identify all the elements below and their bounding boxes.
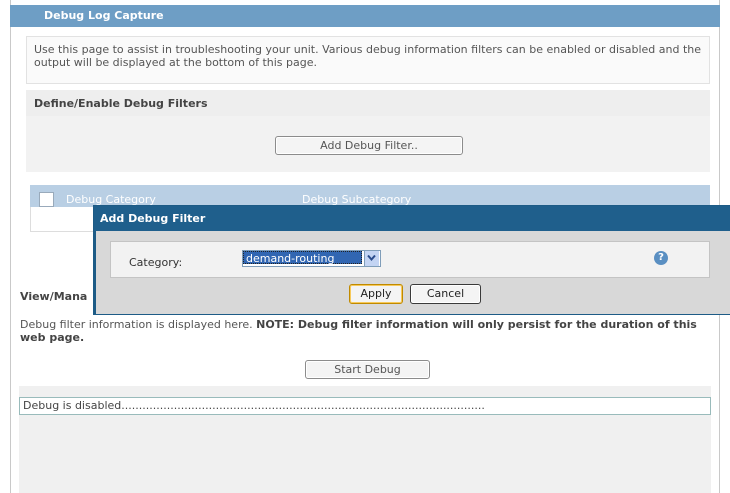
debug-note-text: Debug filter information is displayed he… <box>20 318 257 331</box>
question-icon[interactable]: ? <box>654 251 668 265</box>
dialog-title-bar[interactable]: Add Debug Filter <box>94 206 730 231</box>
dialog-panel <box>110 241 710 278</box>
category-label: Category: <box>129 256 183 269</box>
apply-button[interactable]: Apply <box>349 284 403 304</box>
start-debug-button[interactable]: Start Debug <box>305 360 430 379</box>
debug-note: Debug filter information is displayed he… <box>20 318 720 344</box>
select-all-checkbox[interactable] <box>39 192 54 207</box>
column-header-category[interactable]: Debug Category <box>66 193 156 206</box>
dialog-title: Add Debug Filter <box>100 212 206 225</box>
page-title: Debug Log Capture <box>44 9 164 22</box>
add-debug-filter-button[interactable]: Add Debug Filter.. <box>275 136 463 155</box>
debug-output-field[interactable]: Debug is disabled.......................… <box>19 397 711 415</box>
page-title-bar: Debug Log Capture <box>10 5 720 27</box>
category-selected-value[interactable]: demand-routing <box>243 251 362 265</box>
view-section-title: View/Mana <box>20 290 88 303</box>
column-header-subcategory[interactable]: Debug Subcategory <box>302 193 411 206</box>
chevron-down-icon[interactable] <box>364 251 379 266</box>
page-description: Use this page to assist in troubleshooti… <box>34 43 702 69</box>
filters-section-title: Define/Enable Debug Filters <box>34 97 208 110</box>
cancel-button[interactable]: Cancel <box>410 284 481 304</box>
